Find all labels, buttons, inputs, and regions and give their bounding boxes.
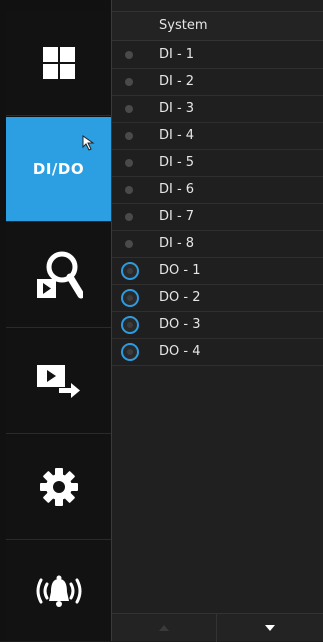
panel-header: System: [112, 11, 323, 41]
mouse-cursor-icon: [82, 135, 95, 151]
list-item-di-1[interactable]: DI - 1: [112, 42, 323, 69]
list-item-label: DI - 1: [159, 47, 195, 62]
do-toggle-button[interactable]: [121, 289, 139, 307]
io-list: DI - 1 DI - 2 DI - 3 DI - 4 DI - 5 DI - …: [112, 42, 323, 366]
page-up-button[interactable]: [112, 614, 217, 642]
list-item-label: DI - 5: [159, 155, 195, 170]
list-item-label: DI - 4: [159, 128, 195, 143]
di-status-indicator: [125, 132, 133, 140]
video-export-icon: [36, 365, 80, 398]
gear-icon: [39, 468, 78, 506]
sidebar-item-layout[interactable]: [6, 11, 111, 116]
di-status-indicator: [125, 186, 133, 194]
app-window: DI/DO System DI - 1 DI - 2 DI - 3 DI - 4…: [0, 0, 323, 642]
list-item-di-4[interactable]: DI - 4: [112, 123, 323, 150]
dido-panel: System DI - 1 DI - 2 DI - 3 DI - 4 DI - …: [111, 0, 323, 642]
list-item-label: DO - 1: [159, 263, 201, 278]
search-playback-icon: [36, 251, 83, 299]
di-status-indicator: [125, 78, 133, 86]
triangle-up-icon: [159, 625, 169, 631]
list-item-di-8[interactable]: DI - 8: [112, 231, 323, 258]
di-status-indicator: [125, 159, 133, 167]
list-item-label: DI - 8: [159, 236, 195, 251]
do-toggle-button[interactable]: [121, 262, 139, 280]
page-down-button[interactable]: [217, 614, 323, 642]
do-toggle-button[interactable]: [121, 343, 139, 361]
list-item-label: DI - 3: [159, 101, 195, 116]
do-toggle-button[interactable]: [121, 316, 139, 334]
list-item-label: DO - 3: [159, 317, 201, 332]
di-status-indicator: [125, 51, 133, 59]
list-item-label: DO - 4: [159, 344, 201, 359]
list-item-di-2[interactable]: DI - 2: [112, 69, 323, 96]
list-item-di-6[interactable]: DI - 6: [112, 177, 323, 204]
list-item-do-4[interactable]: DO - 4: [112, 339, 323, 366]
layout-grid-icon: [42, 47, 75, 79]
di-status-indicator: [125, 213, 133, 221]
list-item-label: DO - 2: [159, 290, 201, 305]
list-item-label: DI - 7: [159, 209, 195, 224]
pager: [112, 613, 323, 642]
triangle-down-icon: [265, 625, 275, 631]
list-item-do-3[interactable]: DO - 3: [112, 312, 323, 339]
sidebar-item-alarm[interactable]: [6, 541, 111, 641]
alarm-bell-icon: [36, 575, 81, 607]
sidebar-item-export[interactable]: [6, 329, 111, 434]
sidebar-item-settings[interactable]: [6, 435, 111, 540]
panel-header-title: System: [159, 18, 208, 33]
di-status-indicator: [125, 105, 133, 113]
sidebar: DI/DO: [0, 0, 111, 641]
list-item-di-3[interactable]: DI - 3: [112, 96, 323, 123]
list-item-do-2[interactable]: DO - 2: [112, 285, 323, 312]
list-item-di-7[interactable]: DI - 7: [112, 204, 323, 231]
di-status-indicator: [125, 240, 133, 248]
sidebar-item-dido[interactable]: DI/DO: [6, 117, 111, 222]
sidebar-item-label: DI/DO: [32, 160, 85, 178]
list-item-label: DI - 2: [159, 74, 195, 89]
list-item-label: DI - 6: [159, 182, 195, 197]
list-item-do-1[interactable]: DO - 1: [112, 258, 323, 285]
list-item-di-5[interactable]: DI - 5: [112, 150, 323, 177]
sidebar-item-search[interactable]: [6, 223, 111, 328]
